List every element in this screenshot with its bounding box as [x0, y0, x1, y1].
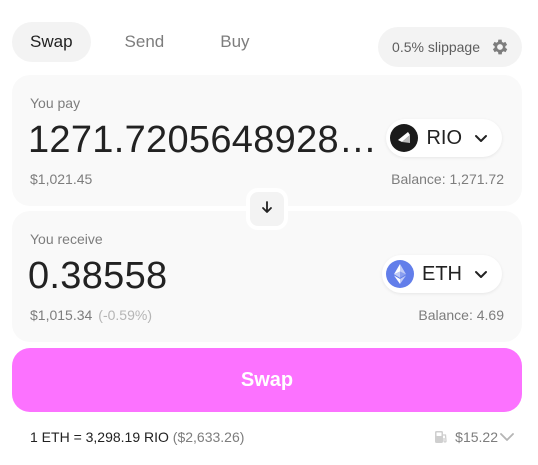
pay-amount-input[interactable]: 1271.7205648928… — [28, 119, 378, 162]
tab-send[interactable]: Send — [107, 22, 183, 62]
pay-label: You pay — [30, 95, 81, 111]
receive-balance: Balance: 4.69 — [418, 307, 504, 323]
receive-token-selector[interactable]: ETH — [382, 255, 502, 293]
price-impact: (-0.59%) — [98, 307, 152, 323]
chevron-down-icon — [474, 131, 488, 145]
pay-token-symbol: RIO — [426, 126, 462, 149]
receive-label: You receive — [30, 231, 103, 247]
receive-usd-amount: $1,015.34 — [30, 307, 93, 323]
slippage-settings-button[interactable]: 0.5% slippage — [378, 27, 522, 67]
receive-token-symbol: ETH — [422, 262, 462, 285]
pay-token-selector[interactable]: RIO — [386, 119, 502, 157]
slippage-label: 0.5% slippage — [392, 39, 480, 55]
arrow-down-icon — [259, 199, 275, 220]
eth-token-icon — [386, 260, 414, 288]
switch-tokens-button[interactable] — [246, 188, 288, 230]
fuel-pump-icon — [433, 429, 449, 445]
pay-usd-value: $1,021.45 — [30, 171, 93, 187]
receive-amount-input[interactable]: 0.38558 — [28, 255, 378, 298]
pay-panel: You pay 1271.7205648928… RIO $1,021.45 B… — [12, 75, 522, 206]
receive-panel: You receive 0.38558 ETH $1,015.34 (-0.59%… — [12, 211, 522, 342]
chevron-down-icon — [474, 267, 488, 281]
exchange-rate[interactable]: 1 ETH = 3,298.19 RIO ($2,633.26) — [30, 429, 244, 445]
exchange-rate-usd: ($2,633.26) — [172, 429, 245, 445]
tab-buy[interactable]: Buy — [202, 22, 267, 62]
pay-balance: Balance: 1,271.72 — [391, 171, 504, 187]
exchange-rate-text: 1 ETH = 3,298.19 RIO — [30, 429, 169, 445]
gear-icon — [490, 37, 510, 57]
tab-swap[interactable]: Swap — [12, 22, 91, 62]
rio-token-icon — [390, 124, 419, 152]
gas-fee-value: $15.22 — [455, 429, 498, 445]
gas-fee: $15.22 — [433, 429, 498, 445]
receive-usd-value: $1,015.34 (-0.59%) — [30, 307, 152, 323]
chevron-down-icon[interactable] — [498, 428, 516, 446]
swap-tabs: Swap Send Buy — [12, 22, 268, 62]
swap-button[interactable]: Swap — [12, 348, 522, 412]
